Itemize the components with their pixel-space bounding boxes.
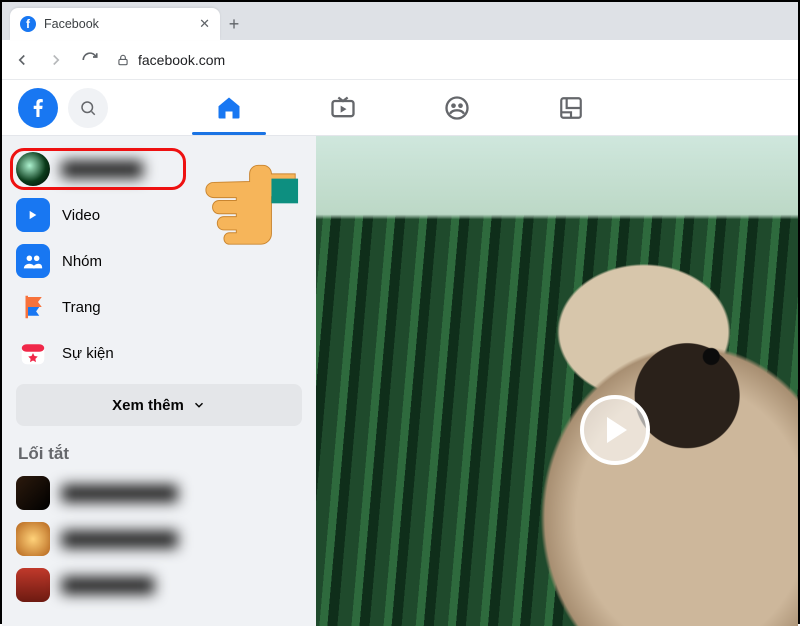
tab-title: Facebook <box>44 17 99 31</box>
left-sidebar: ███████ Video Nhóm Trang Sự kiện <box>2 136 316 626</box>
forward-button[interactable] <box>44 48 68 72</box>
new-tab-button[interactable]: + <box>220 8 248 40</box>
shortcut-thumbnail <box>16 568 50 602</box>
shortcut-item[interactable]: ████████ <box>8 562 310 608</box>
sidebar-see-more[interactable]: Xem thêm <box>16 384 302 426</box>
browser-tab-strip: f Facebook ✕ + <box>2 2 798 40</box>
facebook-favicon: f <box>20 16 36 32</box>
profile-name: ███████ <box>62 161 143 178</box>
browser-tab-active[interactable]: f Facebook ✕ <box>10 8 220 40</box>
sidebar-item-events[interactable]: Sự kiện <box>8 330 310 376</box>
reload-button[interactable] <box>78 48 102 72</box>
shortcut-thumbnail <box>16 476 50 510</box>
facebook-logo[interactable] <box>18 88 58 128</box>
feed-video-post[interactable] <box>316 136 798 626</box>
feed-area <box>316 136 798 626</box>
facebook-header <box>2 80 798 136</box>
center-nav <box>186 80 614 135</box>
sidebar-item-video[interactable]: Video <box>8 192 310 238</box>
play-icon <box>607 417 627 443</box>
close-tab-icon[interactable]: ✕ <box>199 16 210 32</box>
sidebar-item-label: Trang <box>62 299 101 316</box>
url-text: facebook.com <box>138 52 225 68</box>
address-bar[interactable]: facebook.com <box>116 52 225 68</box>
nav-home[interactable] <box>186 80 272 135</box>
nav-gaming[interactable] <box>528 80 614 135</box>
video-icon <box>16 198 50 232</box>
shortcuts-heading: Lối tắt <box>18 444 300 464</box>
shortcut-item[interactable]: ██████████ <box>8 516 310 562</box>
sidebar-item-pages[interactable]: Trang <box>8 284 310 330</box>
sidebar-profile-link[interactable]: ███████ <box>8 146 310 192</box>
lock-icon <box>116 53 130 67</box>
events-icon <box>16 336 50 370</box>
play-button[interactable] <box>580 395 650 465</box>
home-icon <box>215 94 243 122</box>
shortcut-item[interactable]: ██████████ <box>8 470 310 516</box>
sidebar-item-groups[interactable]: Nhóm <box>8 238 310 284</box>
nav-groups[interactable] <box>414 80 500 135</box>
sidebar-item-label: Nhóm <box>62 253 102 270</box>
search-button[interactable] <box>68 88 108 128</box>
chevron-down-icon <box>192 398 206 412</box>
sidebar-item-label: Video <box>62 207 100 224</box>
groups-sidebar-icon <box>16 244 50 278</box>
see-more-label: Xem thêm <box>112 397 184 414</box>
profile-avatar <box>16 152 50 186</box>
shortcut-label: ██████████ <box>62 531 178 548</box>
browser-toolbar: facebook.com <box>2 40 798 80</box>
groups-icon <box>443 94 471 122</box>
back-button[interactable] <box>10 48 34 72</box>
watch-icon <box>329 94 357 122</box>
video-thumbnail <box>316 136 798 626</box>
sidebar-item-label: Sự kiện <box>62 345 114 362</box>
nav-watch[interactable] <box>300 80 386 135</box>
shortcut-thumbnail <box>16 522 50 556</box>
gaming-icon <box>558 95 584 121</box>
shortcut-label: ██████████ <box>62 485 178 502</box>
pages-icon <box>16 290 50 324</box>
shortcut-label: ████████ <box>62 577 155 594</box>
